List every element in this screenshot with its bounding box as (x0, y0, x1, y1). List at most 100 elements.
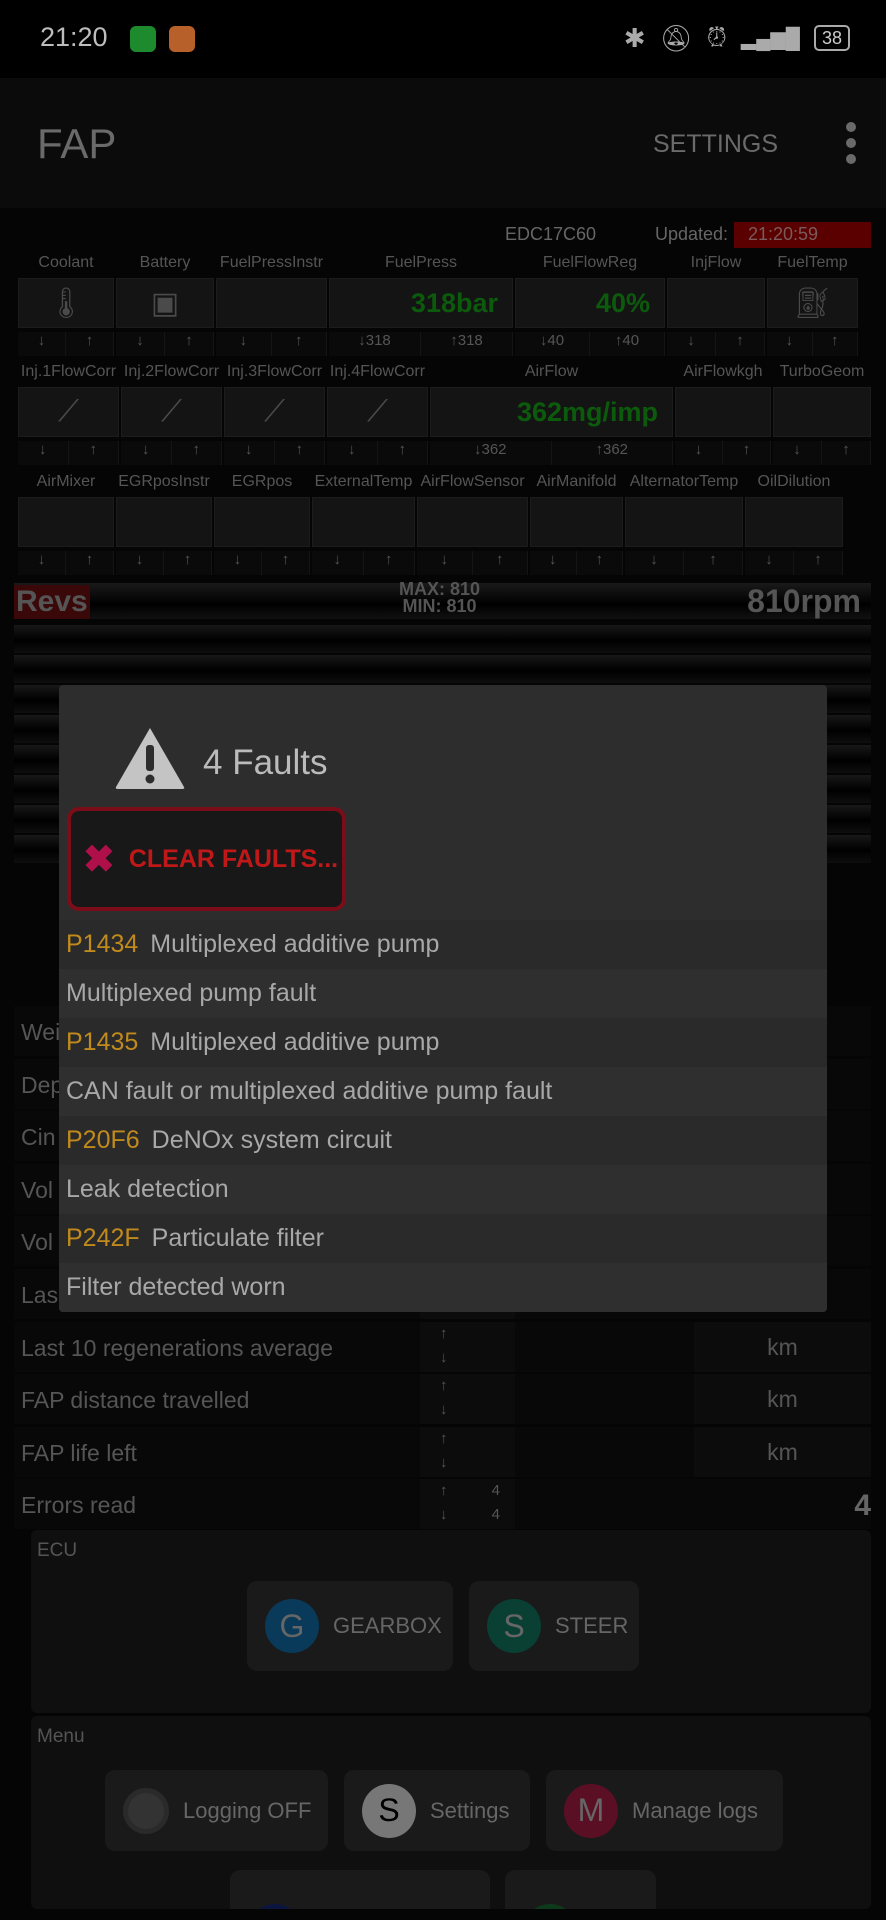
battery-level: 38 (821, 28, 842, 48)
item-unit: km (694, 1374, 871, 1425)
gauge-min: ↓ (312, 551, 364, 575)
list-item: FAP distance travelled ↑ ↓ km (14, 1374, 871, 1425)
item-label: Las (21, 1282, 59, 1308)
settings-menu-button[interactable]: S Settings (344, 1770, 530, 1851)
clear-faults-button[interactable]: ✖ CLEAR FAULTS... (67, 807, 346, 911)
gauge[interactable]: AirFlowSensor ↓ ↑ (416, 473, 529, 575)
gauge[interactable]: InjFlow ↓ ↑ (666, 254, 766, 356)
item-min: 4 (491, 1506, 501, 1524)
graph-stripe (14, 625, 871, 653)
coolant-icon: 🌡︎ (18, 278, 114, 328)
gauge-min: ↓ (417, 551, 473, 575)
fault-code: P1435 (66, 1028, 139, 1056)
gauge-label: Inj.4FlowCorr (329, 363, 426, 380)
gauge-label: FuelPress (384, 254, 458, 271)
steer-button[interactable]: S STEER (469, 1581, 639, 1671)
gauge-max: ↑ (66, 551, 114, 575)
gauge-label: AirFlowkgh (683, 363, 763, 380)
gauge[interactable]: ExternalTemp ↓ ↑ (311, 473, 416, 575)
gauge-label: ExternalTemp (314, 473, 413, 490)
gauge-min: ↓ (121, 441, 172, 465)
menu-button-icon (523, 1903, 577, 1909)
gauge-min: ↓ (625, 551, 684, 575)
gauge-label: AirFlow (524, 363, 579, 380)
gauge[interactable]: FuelTemp ⛽︎ ↓ ↑ (766, 254, 859, 356)
gauge[interactable]: OilDilution ↓ ↑ (744, 473, 844, 575)
max-value: 40 (622, 332, 640, 349)
gauge[interactable]: Inj.1FlowCorr ⟋ ↓ ↑ (17, 363, 120, 465)
gauge[interactable]: Coolant 🌡︎ ↓ ↑ (17, 254, 115, 356)
gauge-label: Inj.2FlowCorr (123, 363, 220, 380)
item-label: Wei (21, 1019, 61, 1045)
gauge[interactable]: Inj.3FlowCorr ⟋ ↓ ↑ (223, 363, 326, 465)
alarm-icon: ⏰︎ (706, 22, 727, 52)
fault-item[interactable]: P242F Particulate filter (59, 1214, 827, 1263)
gauge-row: AirMixer ↓ ↑ EGRposInstr ↓ ↑ EGRpos ↓ ↑ Extern… (17, 473, 844, 575)
gauge[interactable]: TurboGeom ↓ ↑ (772, 363, 872, 465)
min-max: ↑ ↓ (420, 1426, 515, 1477)
gauge-label: Coolant (38, 254, 94, 271)
fault-item[interactable]: P1434 Multiplexed additive pump (59, 920, 827, 969)
menu-button[interactable] (230, 1870, 490, 1909)
gearbox-label: GEARBOX (333, 1613, 442, 1638)
injector-icon: ⟋ (327, 387, 428, 437)
gauge-value (675, 387, 771, 437)
gauge-max: ↑ (473, 551, 528, 575)
gauge[interactable]: EGRposInstr ↓ ↑ (115, 473, 213, 575)
revs-bar: Revs MAX: 810 MIN: 810 810rpm (14, 580, 871, 619)
gauge-max: ↑ (66, 332, 114, 356)
max-value: 362 (602, 441, 629, 458)
manage-logs-button[interactable]: M Manage logs (546, 1770, 783, 1851)
gauge[interactable]: EGRpos ↓ ↑ (213, 473, 311, 575)
gauge[interactable]: FuelPress 318bar ↓318 ↑318 (328, 254, 514, 356)
gauge[interactable]: Inj.2FlowCorr ⟋ ↓ ↑ (120, 363, 223, 465)
gauge-min: ↓ (216, 332, 272, 356)
injector-icon: ⟋ (121, 387, 222, 437)
gauge[interactable]: Battery ▣ ↓ ↑ (115, 254, 215, 356)
min-max: ↑ ↓ (420, 1374, 515, 1425)
fault-item[interactable]: P20F6 DeNOx system circuit (59, 1116, 827, 1165)
close-icon: ✖ (83, 838, 115, 881)
menu-button[interactable] (505, 1870, 656, 1909)
injector-icon: ⟋ (18, 387, 119, 437)
min-value: 40 (547, 332, 565, 349)
ecu-name: EDC17C60 (505, 224, 597, 244)
item-label: Cin (21, 1124, 56, 1151)
gauge[interactable]: FuelPressInstr ↓ ↑ (215, 254, 328, 356)
fault-item[interactable]: P1435 Multiplexed additive pump (59, 1018, 827, 1067)
gauge-min: ↓ (224, 441, 275, 465)
gauge[interactable]: AirManifold ↓ ↑ (529, 473, 624, 575)
gauge[interactable]: Inj.4FlowCorr ⟋ ↓ ↑ (326, 363, 429, 465)
status-bar: 21:20 ✱ 🔕︎ ⏰︎ ▂▄▆█ 38 (0, 0, 886, 78)
item-label: FAP distance travelled (21, 1387, 250, 1414)
gauge[interactable]: AirFlowkgh ↓ ↑ (674, 363, 772, 465)
steer-label: STEER (555, 1613, 629, 1638)
item-label: FAP life left (21, 1439, 137, 1466)
gauge[interactable]: AlternatorTemp ↓ ↑ (624, 473, 744, 575)
gauge[interactable]: AirFlow 362mg/imp ↓362 ↑362 (429, 363, 674, 465)
gauge-value: 40% (515, 278, 665, 328)
page-title: FAP (37, 120, 117, 167)
more-options-icon[interactable] (846, 122, 856, 164)
gauge-label: FuelTemp (777, 254, 848, 271)
battery-icon: 38 (813, 25, 850, 51)
gauge-min: ↓ (116, 332, 165, 356)
gauge[interactable]: AirMixer ↓ ↑ (17, 473, 115, 575)
app-bar: FAP SETTINGS (0, 78, 886, 208)
min-max: ↑ 4 ↓ 4 (420, 1479, 515, 1530)
list-item: FAP life left ↑ ↓ km (14, 1426, 871, 1477)
fault-detail: Filter detected worn (59, 1263, 827, 1312)
signal-icon: ▂▄▆█ (740, 27, 800, 50)
gauge[interactable]: FuelFlowReg 40% ↓40 ↑40 (514, 254, 666, 356)
settings-label: Settings (430, 1797, 510, 1823)
gearbox-button[interactable]: G GEARBOX (247, 1581, 453, 1671)
settings-button[interactable]: SETTINGS (653, 130, 778, 159)
ecu-panel-title: ECU (37, 1540, 78, 1561)
logging-button[interactable]: Logging OFF (105, 1770, 328, 1851)
gauge-label: FuelFlowReg (542, 254, 638, 271)
manage-logs-label: Manage logs (632, 1797, 758, 1823)
gauge-min: ↓ (18, 332, 66, 356)
gauge-min: ↓40 (515, 332, 590, 356)
gauge-value (745, 497, 843, 547)
gauge-value (773, 387, 871, 437)
